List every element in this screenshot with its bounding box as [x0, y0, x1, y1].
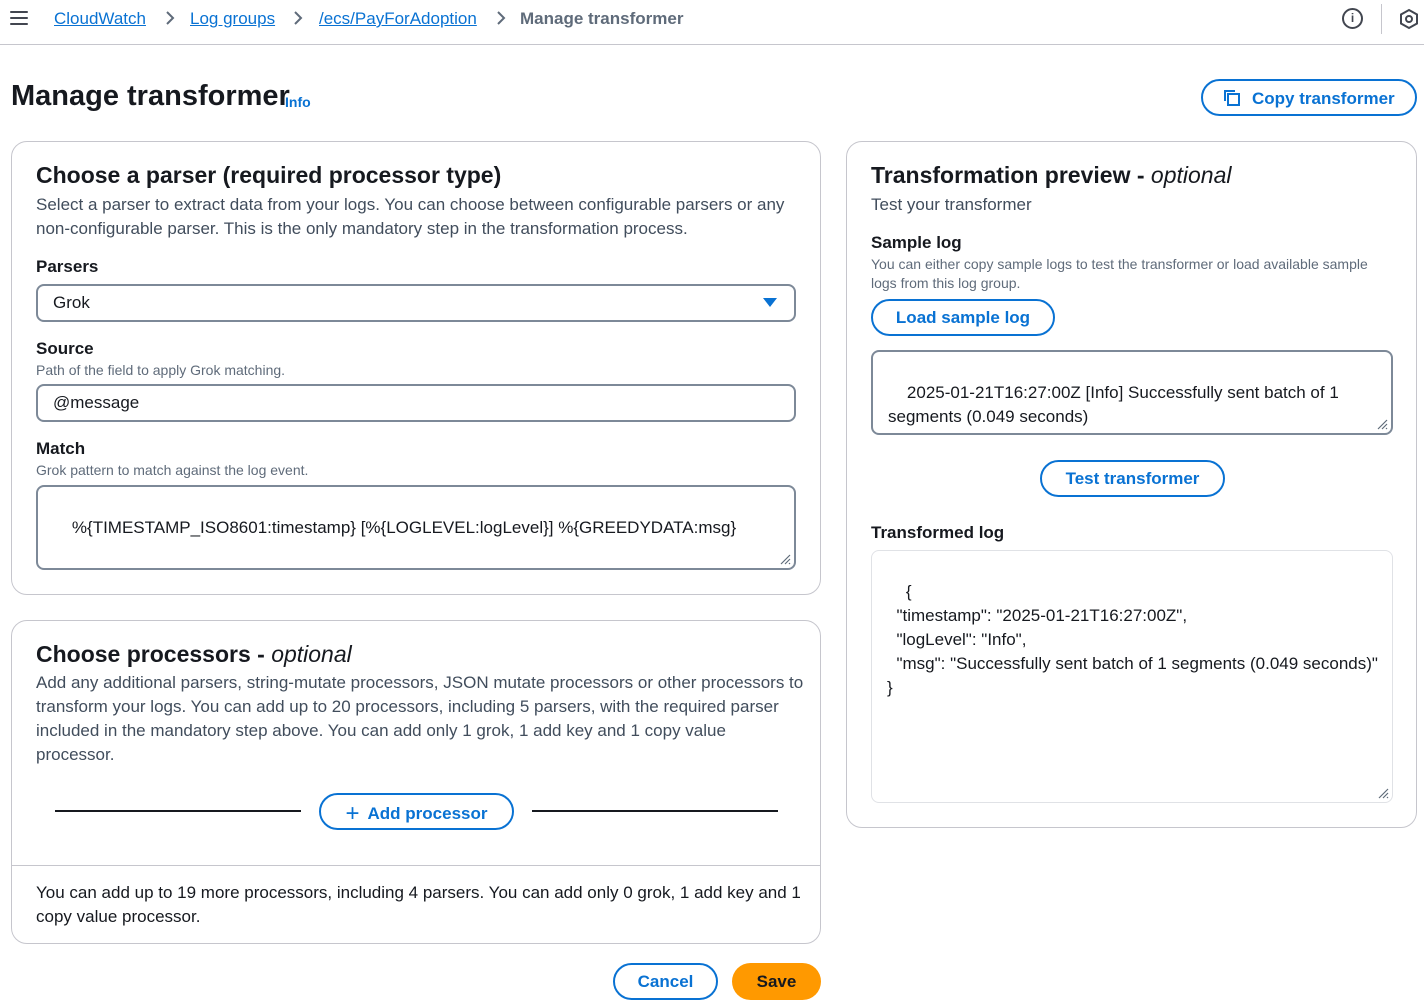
copy-icon: [1224, 90, 1240, 106]
add-processor-button[interactable]: + Add processor: [319, 793, 514, 830]
sample-log-value: 2025-01-21T16:27:00Z [Info] Successfully…: [888, 383, 1344, 426]
processors-footer-note: You can add up to 19 more processors, in…: [36, 883, 801, 926]
info-link[interactable]: Info: [285, 94, 311, 110]
save-button[interactable]: Save: [732, 963, 821, 1000]
parser-panel: Choose a parser (required processor type…: [11, 141, 821, 595]
chevron-right-icon: [166, 11, 175, 25]
chevron-right-icon: [294, 11, 303, 25]
divider: [1381, 4, 1382, 34]
sample-log-hint: You can either copy sample logs to test …: [871, 256, 1368, 291]
settings-hex-icon[interactable]: [1398, 8, 1420, 30]
cancel-button[interactable]: Cancel: [613, 963, 718, 1000]
resize-grip-icon[interactable]: [1376, 418, 1388, 430]
sample-log-label: Sample log: [871, 233, 962, 252]
copy-transformer-label: Copy transformer: [1252, 89, 1395, 108]
menu-icon[interactable]: [10, 11, 28, 25]
match-textarea[interactable]: %{TIMESTAMP_ISO8601:timestamp} [%{LOGLEV…: [36, 485, 796, 570]
match-hint: Grok pattern to match against the log ev…: [36, 462, 309, 478]
load-sample-log-button[interactable]: Load sample log: [871, 299, 1055, 336]
match-label: Match: [36, 439, 86, 458]
match-textarea-value: %{TIMESTAMP_ISO8601:timestamp} [%{LOGLEV…: [71, 518, 737, 537]
resize-grip-icon[interactable]: [1377, 787, 1389, 799]
top-navigation: CloudWatch Log groups /ecs/PayForAdoptio…: [0, 0, 1424, 45]
breadcrumb-log-groups[interactable]: Log groups: [190, 9, 275, 29]
parsers-label: Parsers: [36, 257, 99, 276]
transformed-log-label: Transformed log: [871, 523, 1005, 542]
info-icon[interactable]: i: [1342, 8, 1363, 29]
chevron-right-icon: [497, 11, 506, 25]
plus-icon: +: [345, 799, 360, 827]
divider-left: [55, 810, 301, 812]
parser-panel-title: Choose a parser (required processor type…: [36, 162, 502, 188]
panel-footer-divider: [12, 865, 820, 866]
parser-panel-description: Select a parser to extract data from you…: [36, 195, 785, 238]
breadcrumb-cloudwatch[interactable]: CloudWatch: [54, 9, 146, 29]
sample-log-textarea[interactable]: 2025-01-21T16:27:00Z [Info] Successfully…: [871, 350, 1393, 435]
test-transformer-button[interactable]: Test transformer: [1040, 460, 1225, 497]
divider-right: [532, 810, 778, 812]
preview-panel: Transformation preview - optional Test y…: [846, 141, 1417, 828]
processors-panel: Choose processors - optional Add any add…: [11, 620, 821, 944]
add-processor-label: Add processor: [367, 803, 488, 823]
resize-grip-icon[interactable]: [779, 553, 791, 565]
copy-transformer-button[interactable]: Copy transformer: [1201, 79, 1417, 116]
source-hint: Path of the field to apply Grok matching…: [36, 362, 286, 378]
source-input-value: @message: [53, 393, 140, 412]
preview-panel-title: Transformation preview - optional: [871, 162, 1232, 188]
caret-down-icon: [763, 298, 777, 307]
preview-subtitle: Test your transformer: [871, 195, 1032, 214]
breadcrumb-log-group[interactable]: /ecs/PayForAdoption: [319, 9, 477, 29]
transformed-log-output: { "timestamp": "2025-01-21T16:27:00Z", "…: [871, 550, 1393, 803]
page-title: Manage transformer: [11, 80, 290, 112]
processors-panel-description: Add any additional parsers, string-mutat…: [36, 673, 804, 764]
transformed-log-value: { "timestamp": "2025-01-21T16:27:00Z", "…: [887, 582, 1378, 697]
source-input[interactable]: @message: [36, 384, 796, 422]
processors-panel-title: Choose processors - optional: [36, 641, 352, 667]
source-label: Source: [36, 339, 94, 358]
breadcrumb-current: Manage transformer: [520, 9, 684, 28]
parsers-selected-value: Grok: [53, 293, 90, 312]
parsers-select[interactable]: Grok: [36, 284, 796, 322]
